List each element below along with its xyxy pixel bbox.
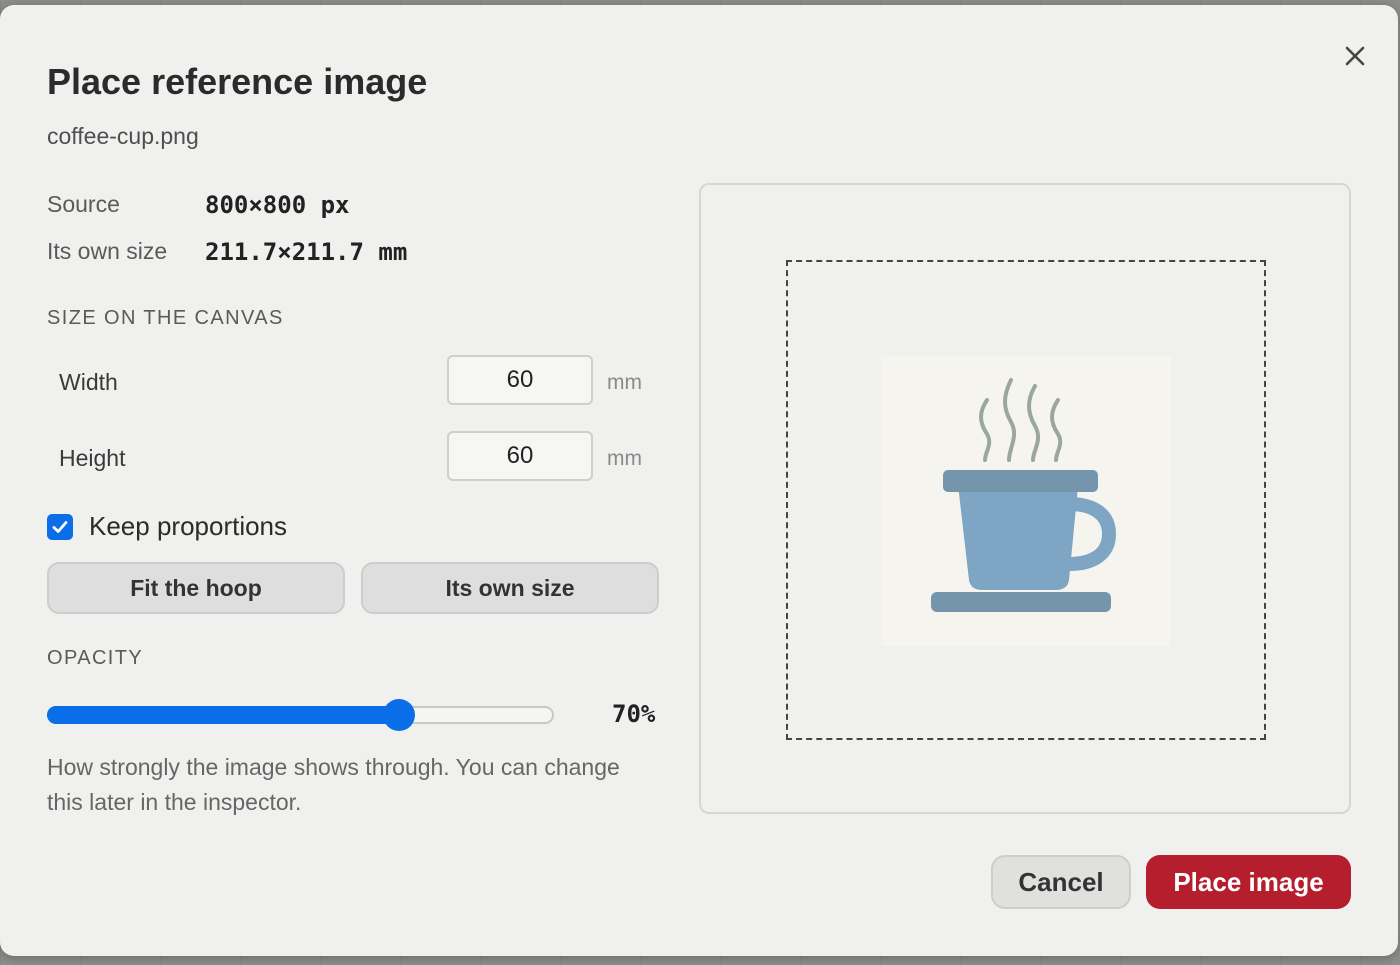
width-input[interactable] — [447, 355, 593, 405]
keep-proportions-label[interactable]: Keep proportions — [89, 511, 287, 542]
opacity-section-heading: OPACITY — [47, 647, 144, 669]
opacity-slider[interactable] — [47, 699, 554, 731]
hoop-outline — [786, 260, 1266, 740]
width-unit: mm — [607, 371, 642, 394]
checkmark-icon — [52, 521, 68, 533]
height-label: Height — [59, 445, 126, 471]
close-button[interactable] — [1338, 39, 1372, 73]
coffee-cup-icon — [931, 378, 1117, 612]
own-size-button[interactable]: Its own size — [361, 562, 659, 614]
height-input[interactable] — [447, 431, 593, 481]
place-image-button[interactable]: Place image — [1146, 855, 1351, 909]
opacity-help-text: How strongly the image shows through. Yo… — [47, 754, 620, 815]
source-label: Source — [47, 191, 120, 217]
width-label: Width — [59, 369, 118, 395]
dialog-title: Place reference image — [47, 61, 428, 102]
file-name: coffee-cup.png — [47, 123, 199, 149]
place-image-dialog: Place reference image coffee-cup.png Sou… — [0, 5, 1398, 956]
close-icon — [1345, 46, 1365, 66]
reference-image-thumbnail — [881, 356, 1171, 646]
opacity-slider-fill — [47, 706, 403, 724]
opacity-value: 70% — [612, 700, 656, 728]
source-value: 800×800 px — [205, 191, 350, 219]
fit-hoop-button[interactable]: Fit the hoop — [47, 562, 345, 614]
image-preview-panel — [699, 183, 1351, 814]
keep-proportions-checkbox[interactable] — [47, 514, 73, 540]
size-section-heading: SIZE ON THE CANVAS — [47, 307, 284, 329]
own-size-value: 211.7×211.7 mm — [205, 238, 408, 266]
opacity-slider-thumb[interactable] — [383, 699, 415, 731]
cancel-button[interactable]: Cancel — [991, 855, 1131, 909]
own-size-label: Its own size — [47, 238, 168, 264]
height-unit: mm — [607, 447, 642, 470]
